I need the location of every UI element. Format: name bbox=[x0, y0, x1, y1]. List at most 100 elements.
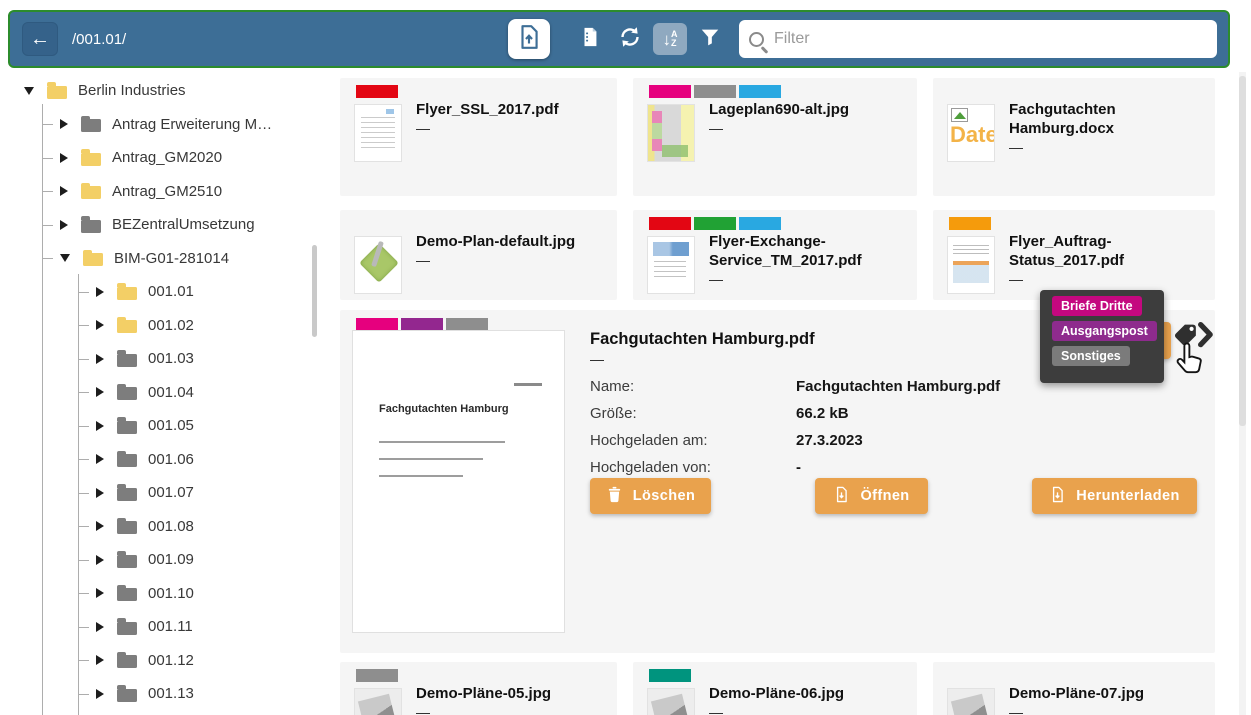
toolbar: ← /001.01/ bbox=[8, 10, 1230, 68]
tag-bar-row bbox=[649, 669, 691, 682]
tag-color-bar bbox=[356, 669, 398, 682]
preview-text-line bbox=[379, 441, 505, 443]
folder-icon bbox=[117, 555, 137, 568]
file-card[interactable]: Lageplan690-alt.jpg — bbox=[633, 78, 917, 196]
tree-item[interactable]: 001.06 bbox=[8, 443, 312, 477]
detail-field-row: Größe: 66.2 kB bbox=[590, 400, 1190, 427]
caret-right-icon[interactable] bbox=[96, 555, 104, 565]
caret-right-icon[interactable] bbox=[96, 521, 104, 531]
alt-text: Date bbox=[950, 122, 995, 148]
tag-color-bar bbox=[739, 217, 781, 230]
preview-text-line bbox=[379, 475, 463, 477]
caret-right-icon[interactable] bbox=[96, 655, 104, 665]
folder-icon bbox=[117, 588, 137, 601]
tree-item[interactable]: Antrag Erweiterung M… bbox=[8, 108, 312, 142]
tag-popup-menu: Briefe Dritte Ausgangspost Sonstiges bbox=[1040, 290, 1164, 383]
caret-right-icon[interactable] bbox=[60, 220, 68, 230]
caret-right-icon[interactable] bbox=[96, 287, 104, 297]
caret-right-icon[interactable] bbox=[96, 320, 104, 330]
description-dash: — bbox=[709, 704, 723, 715]
folder-icon bbox=[81, 153, 101, 166]
tree-item[interactable]: 001.04 bbox=[8, 376, 312, 410]
folder-icon bbox=[117, 287, 137, 300]
caret-right-icon[interactable] bbox=[96, 588, 104, 598]
tree-item[interactable]: 001.02 bbox=[8, 309, 312, 343]
folder-icon bbox=[117, 387, 137, 400]
caret-right-icon[interactable] bbox=[60, 186, 68, 196]
tree-item-berlin-industries[interactable]: Berlin Industries bbox=[8, 74, 312, 108]
filter-search-box bbox=[739, 20, 1217, 58]
file-card[interactable]: Demo-Pläne-06.jpg — bbox=[633, 662, 917, 715]
caret-right-icon[interactable] bbox=[96, 387, 104, 397]
tag-bar-row bbox=[356, 669, 398, 682]
upload-file-button[interactable] bbox=[508, 19, 550, 59]
download-button[interactable]: Herunterladen bbox=[1032, 478, 1197, 514]
description-dash: — bbox=[1009, 139, 1023, 155]
folder-tree: Berlin Industries Antrag Erweiterung M… … bbox=[8, 74, 312, 715]
tree-item[interactable]: 001.03 bbox=[8, 342, 312, 376]
caret-right-icon[interactable] bbox=[60, 119, 68, 129]
file-thumbnail bbox=[354, 236, 402, 294]
file-card[interactable]: Flyer_SSL_2017.pdf — bbox=[340, 78, 617, 196]
open-button[interactable]: Öffnen bbox=[815, 478, 928, 514]
file-thumbnail bbox=[354, 104, 402, 162]
sidebar-scrollbar-thumb[interactable] bbox=[312, 245, 317, 337]
tag-color-bar bbox=[649, 85, 691, 98]
refresh-button[interactable] bbox=[613, 23, 647, 55]
document-icon bbox=[579, 26, 601, 53]
detail-field-row: Hochgeladen am: 27.3.2023 bbox=[590, 427, 1190, 454]
caret-down-icon[interactable] bbox=[60, 254, 70, 262]
file-card[interactable]: Flyer_Auftrag-Status_2017.pdf — bbox=[933, 210, 1215, 300]
tree-item[interactable]: 001.01 bbox=[8, 275, 312, 309]
tag-menu-item[interactable]: Sonstiges bbox=[1052, 346, 1130, 366]
caret-down-icon[interactable] bbox=[24, 87, 34, 95]
caret-right-icon[interactable] bbox=[60, 153, 68, 163]
tree-item[interactable]: 001.05 bbox=[8, 409, 312, 443]
tag-color-bar bbox=[694, 85, 736, 98]
tree-item[interactable]: 001.13 bbox=[8, 677, 312, 711]
breadcrumb: /001.01/ bbox=[72, 12, 126, 66]
file-thumbnail bbox=[354, 688, 402, 715]
back-arrow-icon: ← bbox=[30, 28, 50, 51]
upload-file-icon bbox=[516, 24, 542, 55]
description-dash: — bbox=[416, 252, 430, 268]
filter-input[interactable] bbox=[774, 30, 1207, 48]
tree-item[interactable]: 001.09 bbox=[8, 543, 312, 577]
caret-right-icon[interactable] bbox=[96, 488, 104, 498]
tag-bar-row bbox=[649, 217, 781, 230]
tree-item[interactable]: Antrag_GM2510 bbox=[8, 175, 312, 209]
file-card[interactable]: Demo-Plan-default.jpg — bbox=[340, 210, 617, 300]
tree-item[interactable]: Antrag_GM2020 bbox=[8, 141, 312, 175]
tree-item[interactable]: 001.12 bbox=[8, 644, 312, 678]
tag-menu-item[interactable]: Ausgangspost bbox=[1052, 321, 1157, 341]
caret-right-icon[interactable] bbox=[96, 421, 104, 431]
main-scrollbar-thumb[interactable] bbox=[1239, 76, 1246, 426]
tree-item-bim-g01-281014[interactable]: BIM-G01-281014 bbox=[8, 242, 312, 276]
file-card[interactable]: Flyer-Exchange-Service_TM_2017.pdf — bbox=[633, 210, 917, 300]
delete-button[interactable]: Löschen bbox=[590, 478, 711, 514]
caret-right-icon[interactable] bbox=[96, 354, 104, 364]
tree-item[interactable]: 001.10 bbox=[8, 577, 312, 611]
tree-item[interactable]: 001.08 bbox=[8, 510, 312, 544]
file-card[interactable]: Demo-Pläne-05.jpg — bbox=[340, 662, 617, 715]
detail-field-row: Hochgeladen von: - bbox=[590, 454, 1190, 481]
tree-item[interactable]: BEZentralUmsetzung bbox=[8, 208, 312, 242]
file-card[interactable]: Date Fachgutachten Hamburg.docx — bbox=[933, 78, 1215, 196]
tree-item[interactable]: 001.07 bbox=[8, 476, 312, 510]
caret-right-icon[interactable] bbox=[96, 689, 104, 699]
file-title: Flyer-Exchange-Service_TM_2017.pdf bbox=[709, 232, 907, 270]
file-card[interactable]: Demo-Pläne-07.jpg — bbox=[933, 662, 1215, 715]
file-title: Lageplan690-alt.jpg bbox=[709, 100, 907, 119]
back-button[interactable]: ← bbox=[22, 22, 58, 56]
sort-button[interactable]: ↓ AZ bbox=[653, 23, 687, 55]
tag-menu-item[interactable]: Briefe Dritte bbox=[1052, 296, 1142, 316]
document-button[interactable] bbox=[573, 23, 607, 55]
filter-button[interactable] bbox=[693, 23, 727, 55]
caret-right-icon[interactable] bbox=[96, 622, 104, 632]
caret-right-icon[interactable] bbox=[96, 454, 104, 464]
pdf-preview[interactable]: Fachgutachten Hamburg bbox=[352, 330, 565, 633]
search-icon bbox=[749, 32, 764, 47]
tree-item[interactable]: 001.11 bbox=[8, 610, 312, 644]
file-thumbnail bbox=[647, 688, 695, 715]
tag-color-bar bbox=[649, 669, 691, 682]
